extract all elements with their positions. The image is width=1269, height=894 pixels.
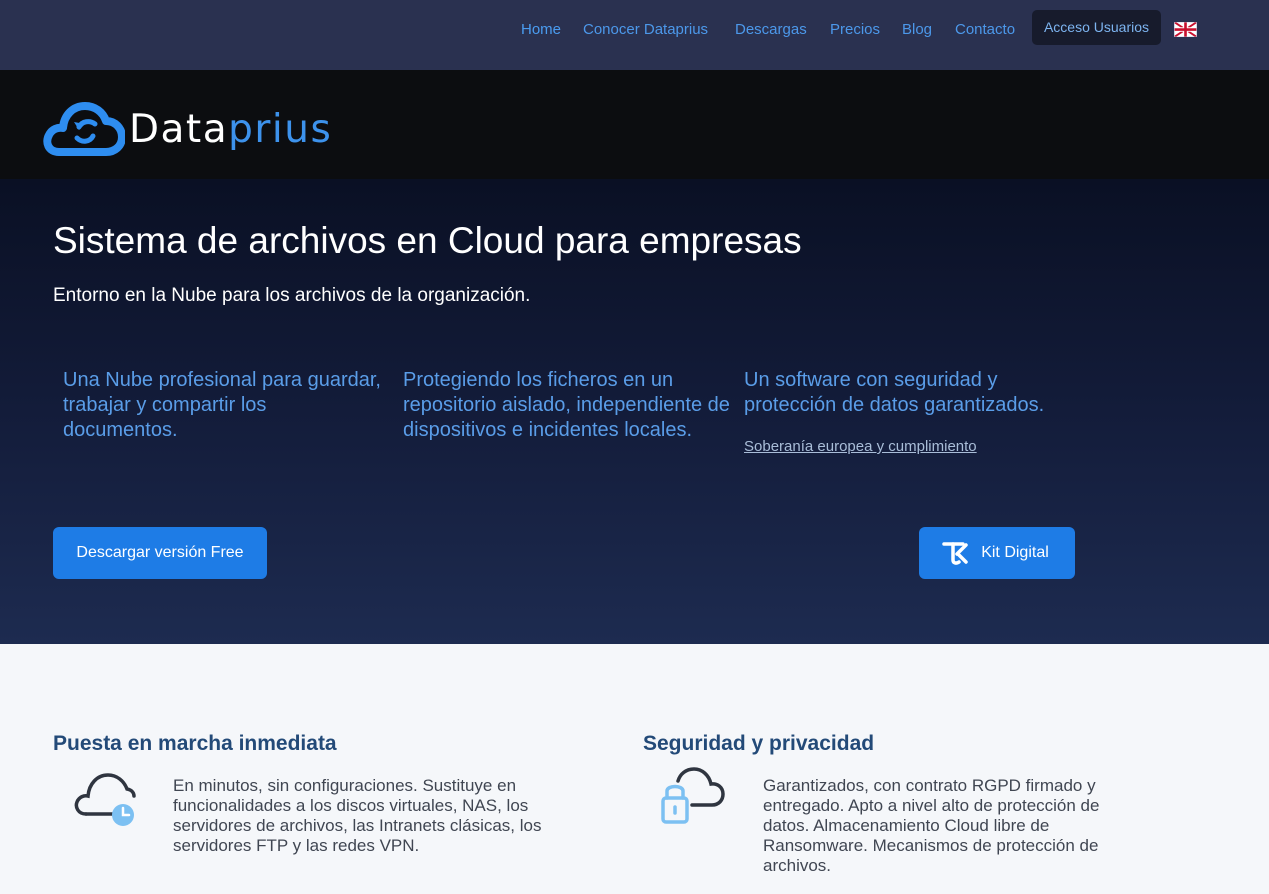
- nav-precios-link[interactable]: Precios: [830, 20, 880, 40]
- hero-subtitle: Entorno en la Nube para los archivos de …: [53, 285, 531, 306]
- nav-conocer-link[interactable]: Conocer Dataprius: [583, 20, 708, 40]
- feature-text-3: Un software con seguridad y protección d…: [744, 369, 1045, 416]
- top-navigation: Home Conocer Dataprius Descargas Precios…: [0, 0, 1269, 70]
- section-text-setup: En minutos, sin configuraciones. Sustitu…: [173, 776, 542, 855]
- user-access-button[interactable]: Acceso Usuarios: [1032, 10, 1161, 45]
- kit-digital-button[interactable]: Kit Digital: [919, 527, 1075, 579]
- kit-digital-label: Kit Digital: [981, 544, 1049, 561]
- cloud-clock-icon: [74, 773, 136, 826]
- sovereignty-link[interactable]: Soberanía europea y cumplimiento: [744, 437, 977, 457]
- section-heading-security: Seguridad y privacidad: [643, 732, 875, 755]
- feature-text-2: Protegiendo los ficheros en un repositor…: [403, 369, 730, 441]
- cloud-refresh-icon[interactable]: [43, 100, 125, 158]
- feature-text-1: Una Nube profesional para guardar, traba…: [63, 369, 381, 441]
- logo-text-data: Data: [129, 107, 229, 152]
- cloud-lock-icon: [661, 767, 725, 824]
- dataprius-logo-text[interactable]: Dataprius: [129, 104, 332, 156]
- nav-home-link[interactable]: Home: [521, 20, 561, 40]
- hero-title: Sistema de archivos en Cloud para empres…: [53, 220, 802, 261]
- section-text-security: Garantizados, con contrato RGPD firmado …: [763, 776, 1100, 875]
- nav-contacto-link[interactable]: Contacto: [955, 20, 1015, 40]
- logo-text-prius: prius: [228, 107, 333, 152]
- section-heading-setup: Puesta en marcha inmediata: [53, 732, 337, 755]
- kit-digital-icon: [942, 542, 968, 565]
- nav-blog-link[interactable]: Blog: [902, 20, 932, 40]
- nav-descargas-link[interactable]: Descargas: [735, 20, 807, 40]
- uk-flag-icon[interactable]: [1174, 22, 1197, 37]
- download-free-button[interactable]: Descargar versión Free: [53, 527, 267, 579]
